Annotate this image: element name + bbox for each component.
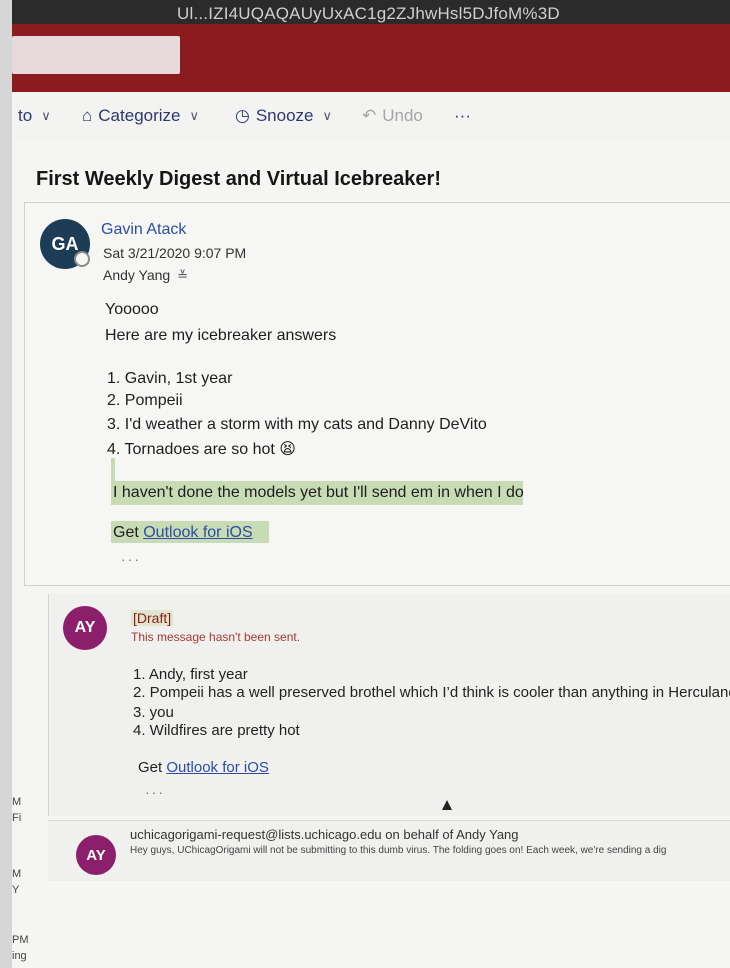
avatar-initials: AY [74, 619, 96, 636]
tag-icon: ⌂ [82, 106, 93, 125]
left-pane-fragment: ing [12, 950, 27, 962]
left-pane-fragment: Fi [12, 812, 22, 824]
categorize-button[interactable]: ⌂ Categorize ∨ [82, 106, 199, 126]
thread-list-item[interactable]: AY uchicagorigami-request@lists.uchicago… [48, 820, 730, 881]
thread-preview: Hey guys, UChicagOrigami will not be sub… [130, 845, 667, 856]
chevron-down-icon: ∨ [189, 108, 200, 123]
left-pane-fragment: PM [12, 934, 29, 946]
answer-item: 2. Pompeii [107, 392, 183, 409]
categorize-label: Categorize [98, 106, 181, 125]
message-date: Sat 3/21/2020 9:07 PM [103, 245, 247, 261]
answer-item: 3. I'd weather a storm with my cats and … [107, 416, 487, 433]
draft-signature: Get Outlook for iOS [138, 759, 269, 776]
draft-unsent-note: This message hasn't been sent. [131, 630, 301, 644]
message-subject: First Weekly Digest and Virtual Icebreak… [36, 168, 441, 190]
draft-answer-item: 4. Wildfires are pretty hot [133, 722, 300, 739]
message-toolbar: to ∨ ⌂ Categorize ∨ ◷ Snooze ∨ ↶ Undo ··… [12, 92, 730, 142]
left-pane-fragment: M [12, 796, 22, 808]
snooze-label: Snooze [255, 106, 314, 125]
draft-card: AY [Draft] This message hasn't been sent… [48, 594, 730, 816]
show-more-ellipsis[interactable]: ··· [121, 551, 141, 567]
outlook-ios-link[interactable]: Outlook for iOS [166, 759, 269, 776]
presence-status-icon [74, 251, 90, 267]
outlook-ios-link[interactable]: Outlook for iOS [143, 524, 252, 541]
draft-answer-item: 2. Pompeii has a well preserved brothel … [133, 684, 730, 701]
more-icon: ··· [454, 106, 471, 125]
draft-answer-item: 3. you [133, 704, 174, 721]
recipient-line[interactable]: Andy Yang ≚ [103, 267, 188, 284]
answer-item: 4. Tornadoes are so hot 😫 [107, 441, 296, 458]
signature-prefix: Get [138, 759, 167, 776]
undo-label: Undo [382, 106, 423, 125]
left-pane-fragment: Y [12, 884, 20, 896]
avatar[interactable]: AY [63, 606, 107, 650]
chevron-down-icon: ∨ [41, 108, 51, 123]
more-actions-button[interactable]: ··· [454, 106, 471, 126]
clock-icon: ◷ [235, 106, 250, 125]
note-text: I haven't done the models yet but I'll s… [113, 484, 524, 501]
photo-border [0, 0, 12, 968]
thread-sender: uchicagorigami-request@lists.uchicago.ed… [130, 827, 519, 842]
draft-label[interactable]: [Draft] [131, 610, 174, 626]
signature: Get Outlook for iOS [113, 524, 253, 542]
avatar-initials: AY [86, 846, 106, 864]
chevron-down-icon: ∨ [322, 108, 333, 123]
undo-button[interactable]: ↶ Undo [362, 106, 423, 126]
recipient-name: Andy Yang [103, 267, 171, 283]
move-to-button[interactable]: to ∨ [18, 106, 51, 126]
chevron-double-down-icon: ≚ [177, 268, 189, 283]
left-pane-fragment: M [12, 868, 22, 880]
outlook-window: Ul...IZI4UQAQAUyUxAC1g2ZJhwHsl5DJfoM%3D … [12, 0, 730, 968]
signature-prefix: Get [113, 524, 144, 541]
undo-icon: ↶ [362, 106, 377, 125]
show-more-ellipsis[interactable]: ··· [145, 784, 165, 800]
sender-name[interactable]: Gavin Atack [101, 221, 186, 239]
greeting-text: Yooooo [105, 301, 159, 318]
snooze-button[interactable]: ◷ Snooze ∨ [235, 106, 332, 126]
draft-answer-item: 1. Andy, first year [133, 666, 248, 683]
browser-address-bar[interactable]: Ul...IZI4UQAQAUyUxAC1g2ZJhwHsl5DJfoM%3D [12, 0, 730, 24]
avatar: AY [76, 835, 116, 875]
intro-text: Here are my icebreaker answers [105, 327, 337, 344]
search-box[interactable] [12, 36, 180, 74]
message-card: GA Gavin Atack Sat 3/21/2020 9:07 PM And… [24, 202, 730, 586]
mouse-cursor-icon [442, 800, 452, 810]
answer-item: 1. Gavin, 1st year [107, 370, 233, 387]
move-to-label: to [18, 106, 33, 125]
avatar-initials: GA [51, 233, 79, 254]
url-text: Ul...IZI4UQAQAUyUxAC1g2ZJhwHsl5DJfoM%3D [177, 4, 560, 23]
